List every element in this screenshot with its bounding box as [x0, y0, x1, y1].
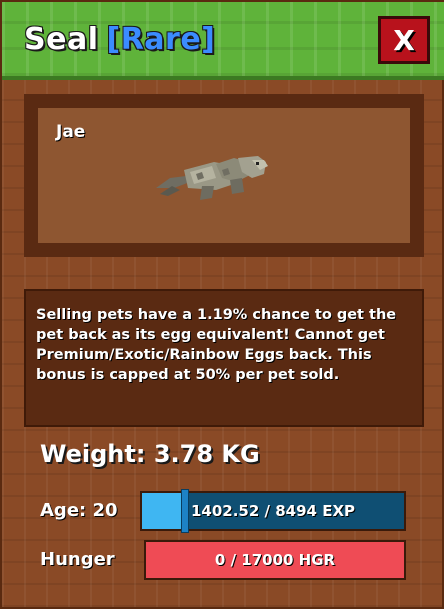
hunger-bar-text: 0 / 17000 HGR [214, 551, 336, 569]
pet-title: Seal [Rare] [24, 22, 215, 57]
pet-description-box: Selling pets have a 1.19% chance to get … [24, 289, 424, 427]
age-stat: Age: 20 [40, 500, 118, 521]
pet-preview-frame: Jae [24, 94, 424, 257]
panel-header: Seal [Rare] X [2, 2, 444, 80]
seal-model-image [156, 156, 268, 200]
exp-progress-bar: 1402.52 / 8494 EXP [140, 489, 406, 533]
pet-info-panel: Seal [Rare] X Jae Selling pets have a 1.… [0, 0, 444, 609]
rarity-label: [Rare] [106, 22, 216, 57]
close-button[interactable]: X [378, 16, 430, 64]
exp-bar-text: 1402.52 / 8494 EXP [190, 502, 356, 520]
weight-stat: Weight: 3.78 KG [40, 440, 260, 468]
pet-species-name: Seal [24, 22, 99, 57]
pet-nickname: Jae [56, 122, 86, 142]
hunger-label: Hunger [40, 549, 115, 570]
close-icon: X [393, 23, 415, 57]
hunger-progress-bar: 0 / 17000 HGR [144, 540, 406, 580]
pet-description-text: Selling pets have a 1.19% chance to get … [36, 307, 397, 383]
pet-preview-area: Jae [38, 108, 410, 243]
